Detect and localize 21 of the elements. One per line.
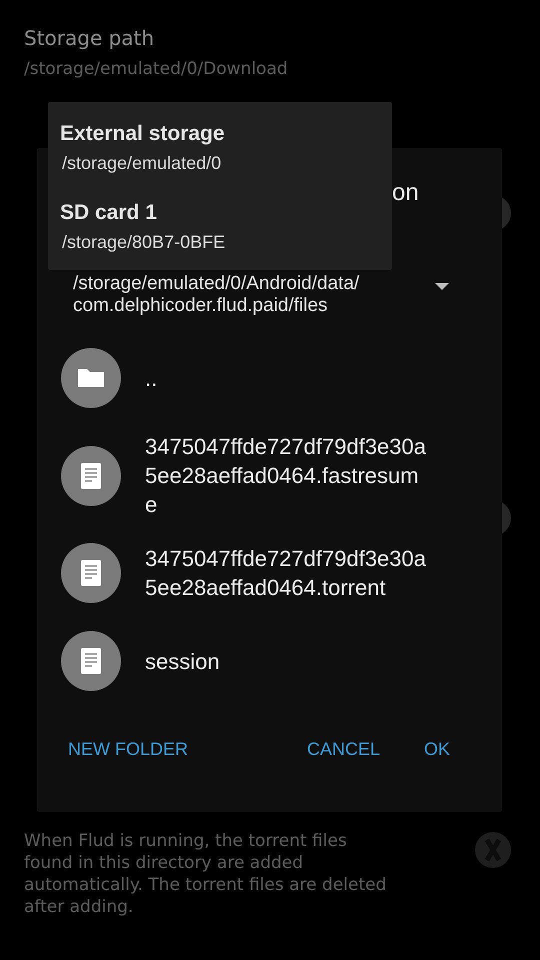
- document-icon: [61, 543, 121, 603]
- file-name[interactable]: 3475047ffde727df79df3e30a5ee28aeffad0464.fastresume: [145, 432, 429, 519]
- folder-icon: [61, 348, 121, 408]
- ok-button[interactable]: OK: [416, 727, 458, 771]
- setting-summary: /storage/emulated/0/Download: [24, 58, 288, 80]
- storage-name[interactable]: External storage: [60, 118, 225, 148]
- document-icon: [61, 446, 121, 506]
- file-name[interactable]: session: [145, 646, 429, 676]
- dialog-title: on: [392, 178, 419, 208]
- file-name[interactable]: ..: [145, 364, 429, 392]
- setting-title: Storage path: [24, 25, 154, 52]
- storage-path: /storage/emulated/0: [62, 152, 222, 175]
- storage-name[interactable]: SD card 1: [60, 198, 157, 228]
- new-folder-button[interactable]: NEW FOLDER: [60, 727, 196, 771]
- dropdown-caret-icon[interactable]: [435, 283, 449, 291]
- file-name[interactable]: 3475047ffde727df79df3e30a5ee28aeffad0464.torrent: [145, 544, 429, 602]
- path-dropdown[interactable]: /storage/emulated/0/Android/data/com.delphicoder.flud.paid/files: [73, 273, 393, 316]
- storage-path: /storage/80B7-0BFE: [62, 230, 226, 254]
- cancel-button[interactable]: CANCEL: [298, 727, 388, 771]
- document-icon: [61, 631, 121, 691]
- setting-summary: When Flud is running, the torrent files found in this directory are added automatically. The torrent files are deleted after adding.: [24, 830, 386, 918]
